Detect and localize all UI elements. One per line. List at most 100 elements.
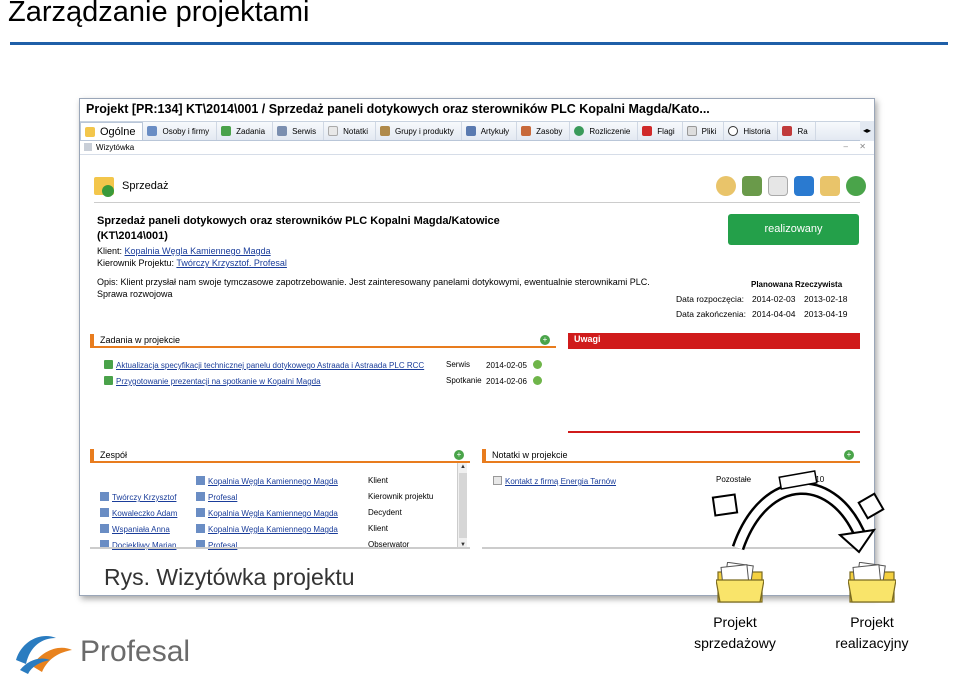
team-scrollbar[interactable]: ▲ ▼ (457, 463, 467, 549)
company-icon (196, 524, 205, 533)
tab-notes[interactable]: Notatki (324, 122, 376, 140)
sales-project-label: Projekt sprzedażowy (682, 612, 788, 654)
task-type: Serwis (446, 360, 471, 369)
task-icon (104, 360, 113, 369)
logo-text: Profesal (80, 635, 191, 668)
team-company[interactable]: Kopalnia Węgla Kamiennego Magda (196, 524, 338, 534)
search-money-icon[interactable] (716, 176, 736, 196)
person-link[interactable]: Twórczy Krzysztof (112, 493, 176, 502)
person-link[interactable]: Kowaleczko Adam (112, 509, 177, 518)
articles-icon (465, 126, 476, 136)
tab-label: Flagi (657, 126, 675, 136)
end-label: Data zakończenia: (676, 309, 746, 319)
label-line: Projekt (850, 614, 894, 630)
subtab-business-card[interactable]: Wizytówka (96, 143, 134, 152)
note-icon (493, 476, 502, 485)
company-icon (196, 476, 205, 485)
status-button[interactable]: realizowany (728, 214, 859, 245)
task-icon (104, 376, 113, 385)
tab-flags[interactable]: Flagi (638, 122, 683, 140)
minimize-icon[interactable]: – (844, 142, 848, 151)
end-date-row: Data zakończenia: 2014-04-04 2013-04-19 (676, 309, 856, 319)
done-check-icon (532, 360, 542, 369)
tab-general[interactable]: Ogólne (80, 122, 144, 140)
company-link[interactable]: Kopalnia Węgla Kamiennego Magda (208, 509, 338, 518)
manager-link[interactable]: Twórczy Krzysztof. Profesal (176, 258, 287, 268)
flag-icon (642, 126, 653, 136)
start-planned: 2014-02-03 (752, 294, 796, 304)
tab-settlement[interactable]: Rozliczenie (570, 122, 639, 140)
person-icon (100, 508, 109, 517)
company-link[interactable]: Kopalnia Węgla Kamiennego Magda (208, 525, 338, 534)
tab-people[interactable]: Osoby i firmy (143, 122, 218, 140)
team-person[interactable]: Wspaniała Anna (100, 524, 170, 534)
add-task-icon[interactable]: + (540, 335, 550, 345)
person-icon (100, 524, 109, 533)
settlement-icon (574, 126, 585, 136)
task-row[interactable]: Przygotowanie prezentacji na spotkanie w… (104, 376, 321, 386)
profesal-logo-mark (16, 636, 72, 674)
project-name: Sprzedaż paneli dotykowych oraz sterowni… (97, 215, 500, 242)
tab-history[interactable]: Historia (724, 122, 779, 140)
team-person[interactable]: Twórczy Krzysztof (100, 492, 176, 502)
add-note-icon[interactable]: + (844, 450, 854, 460)
close-icon[interactable]: ✕ (859, 142, 866, 151)
person-link[interactable]: Wspaniała Anna (112, 525, 170, 534)
client-link[interactable]: Kopalnia Węgla Kamiennego Magda (125, 246, 271, 256)
profesal-logo: Profesal (12, 630, 190, 674)
team-panel-bottom (90, 547, 470, 549)
lock-folder-icon[interactable] (820, 176, 840, 196)
scroll-thumb[interactable] (459, 473, 467, 538)
team-panel-header: Zespół + (90, 449, 470, 463)
project-notes-header: Notatki w projekcie + (482, 449, 860, 463)
chart-icon (782, 126, 793, 136)
end-planned: 2014-04-04 (752, 309, 796, 319)
note-link[interactable]: Kontakt z firmą Energia Tarnów (505, 477, 616, 486)
tab-tasks[interactable]: Zadania (217, 122, 274, 140)
file-icon (686, 126, 697, 136)
hourglass-icon[interactable] (768, 176, 788, 196)
tab-reports[interactable]: Ra (778, 122, 816, 140)
team-role: Klient (368, 524, 389, 533)
note-row[interactable]: Kontakt z firmą Energia Tarnów (493, 476, 616, 486)
manager-field: Kierownik Projektu: Twórczy Krzysztof. P… (97, 258, 287, 268)
confirm-check-icon[interactable] (846, 176, 866, 196)
team-company[interactable]: Kopalnia Węgla Kamiennego Magda (196, 508, 338, 518)
tab-label: Notatki (343, 126, 368, 136)
forward-arrow-icon[interactable] (794, 176, 814, 196)
tab-label: Rozliczenie (589, 126, 631, 136)
team-company[interactable]: Kopalnia Węgla Kamiennego Magda (196, 476, 338, 486)
task-meta: Serwis (446, 360, 470, 369)
team-role: Kierownik projektu (368, 492, 434, 501)
task-link[interactable]: Przygotowanie prezentacji na spotkanie w… (116, 377, 321, 386)
tab-label: Zadania (236, 126, 266, 136)
team-person[interactable]: Kowaleczko Adam (100, 508, 177, 518)
service-icon (277, 126, 288, 136)
tasks-panel-header: Zadania w projekcie + (90, 334, 556, 348)
add-member-icon[interactable]: + (454, 450, 464, 460)
notes-panel-bottom (482, 547, 860, 549)
tab-label: Artykuły (480, 126, 510, 136)
scroll-up-icon[interactable]: ▲ (458, 463, 468, 471)
tab-articles[interactable]: Artykuły (462, 122, 518, 140)
tab-label: Ogólne (100, 125, 136, 138)
implementation-project-folder-icon (848, 562, 896, 603)
company-icon (196, 508, 205, 517)
client-label: Klient: (97, 246, 123, 256)
task-row[interactable]: Aktualizacja specyfikacji technicznej pa… (104, 360, 424, 370)
task-link[interactable]: Aktualizacja specyfikacji technicznej pa… (116, 361, 424, 370)
company-link[interactable]: Kopalnia Węgla Kamiennego Magda (208, 477, 338, 486)
tab-groups[interactable]: Grupy i produkty (376, 122, 462, 140)
tab-service[interactable]: Serwis (273, 122, 325, 140)
team-company[interactable]: Profesal (196, 492, 237, 502)
note-category: Pozostałe (716, 475, 752, 484)
tab-files[interactable]: Pliki (683, 122, 725, 140)
tab-scroll-arrows[interactable]: ◂▸ (860, 121, 874, 141)
tasks-panel-title: Zadania w projekcie (100, 335, 181, 345)
tab-resources[interactable]: Zasoby (517, 122, 571, 140)
window-title: Projekt [PR:134] KT\2014\001 / Sprzedaż … (80, 99, 874, 121)
company-link[interactable]: Profesal (208, 493, 237, 502)
note-date: ...-10 (806, 475, 825, 484)
slide-title: Zarządzanie projektami (8, 0, 310, 28)
checklist-icon[interactable] (742, 176, 762, 196)
